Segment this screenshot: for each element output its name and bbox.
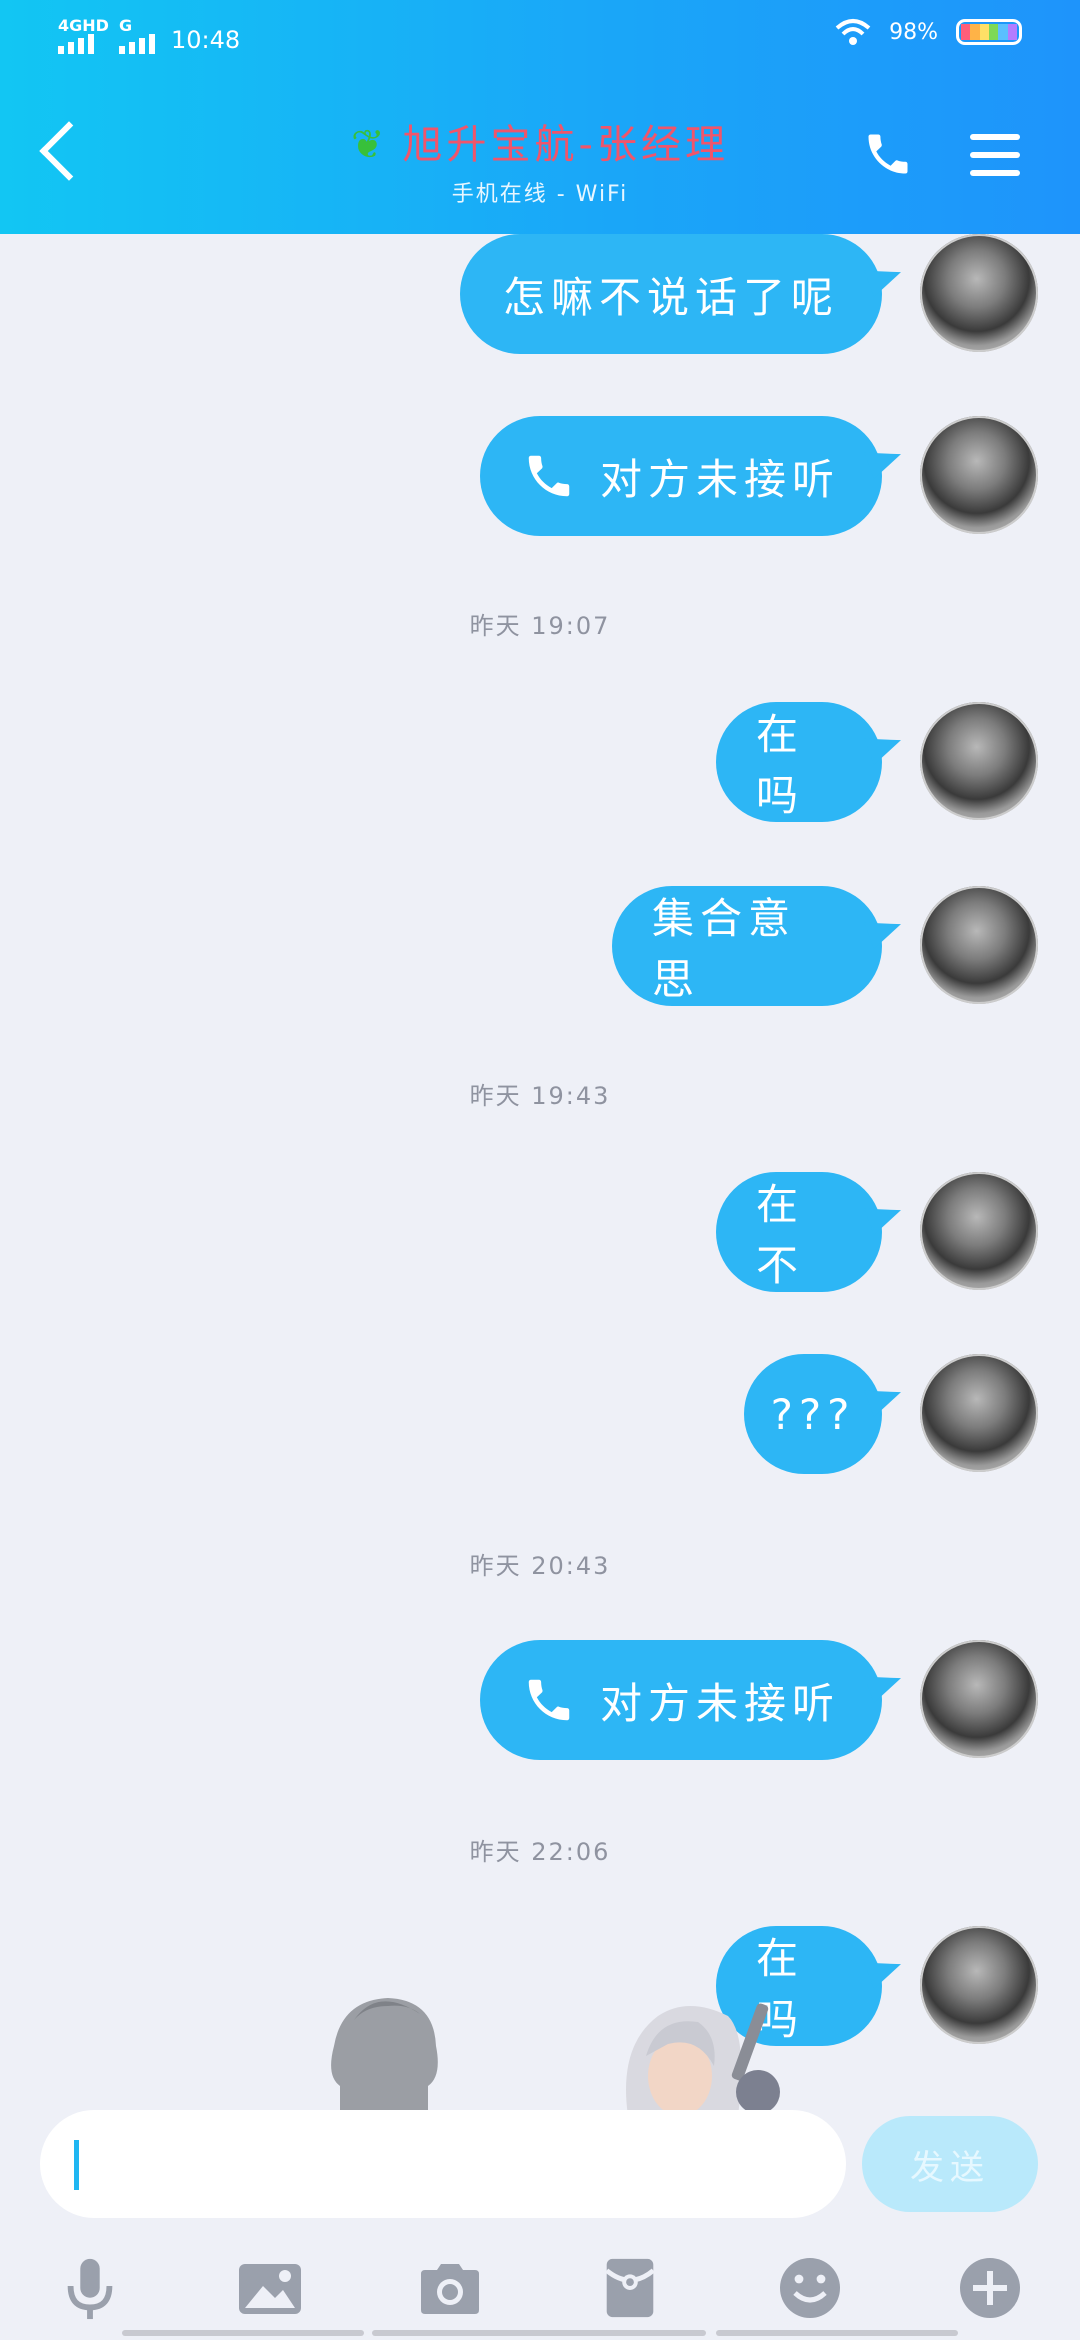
avatar[interactable] [920,702,1038,820]
red-packet-icon [605,2258,655,2318]
timestamp: 昨天 19:43 [469,1082,611,1110]
clock: 10:48 [170,26,241,54]
nav-indicator [122,2330,364,2336]
avatar[interactable] [920,886,1038,1004]
call-button[interactable] [862,128,914,184]
signal-indicator-2: G [118,16,155,54]
character-sticker [626,2003,780,2116]
message-text: 对方未接听 [599,1678,840,1728]
message-bubble[interactable]: 怎嘛不说话了呢 [460,234,882,354]
wifi-icon [835,19,871,45]
send-button[interactable]: 发送 [862,2116,1038,2212]
nav-indicator [372,2330,706,2336]
phone-icon [522,449,576,503]
avatar[interactable] [920,234,1038,352]
emoji-icon [780,2258,840,2318]
timestamp: 昨天 22:06 [469,1838,611,1866]
silhouette-sticker [331,1998,438,2110]
emoji-button[interactable] [774,2252,846,2324]
camera-icon [421,2264,479,2314]
image-button[interactable] [234,2252,306,2324]
phone-icon [522,1673,576,1727]
message-bubble[interactable]: 集合意思 [612,886,882,1006]
message-row: 怎嘛不说话了呢 [0,234,1080,354]
message-text: 怎嘛不说话了呢 [502,272,839,322]
voice-button[interactable] [54,2252,126,2324]
message-bubble[interactable]: 在不 [716,1172,882,1292]
nav-indicator [716,2330,958,2336]
more-button[interactable] [954,2252,1026,2324]
message-input[interactable] [40,2110,846,2218]
message-row: 对方未接听 [0,416,1080,536]
message-row: 在吗 [0,702,1080,822]
timestamp: 昨天 19:07 [469,612,611,640]
status-bar: 4GHD G 10:48 98% [58,18,1022,68]
avatar[interactable] [920,1354,1038,1472]
message-text: ??? [770,1389,856,1439]
call-bubble[interactable]: 对方未接听 [480,416,882,536]
message-row: 集合意思 [0,886,1080,1006]
avatar[interactable] [920,416,1038,534]
message-text: 集合意思 [652,894,797,1004]
chat-title-text: 旭升宝航-张经理 [402,122,729,168]
battery-icon [956,19,1022,45]
timestamp: 昨天 20:43 [469,1552,611,1580]
avatar[interactable] [920,1172,1038,1290]
plus-icon [960,2258,1020,2318]
message-bubble[interactable]: 在吗 [716,702,882,822]
menu-button[interactable] [970,134,1020,188]
message-row: 在吗 [0,1926,1080,2046]
image-icon [239,2264,301,2314]
signal-indicator: 4GHD [58,18,109,54]
message-row: ??? [0,1354,1080,1474]
message-row: 对方未接听 [0,1640,1080,1760]
chat-title: ❦ 旭升宝航-张经理 [0,112,1080,170]
message-bubble[interactable]: ??? [744,1354,882,1474]
network-label: 4GHD [58,16,109,35]
red-packet-button[interactable] [594,2252,666,2324]
chat-header: 4GHD G 10:48 98% ❦ 旭升宝航-张经理 手机在线 - WiFi [0,0,1080,234]
network2-label: G [118,16,133,35]
message-text: 在吗 [756,710,805,820]
sprout-icon: ❦ [351,122,389,168]
microphone-icon [67,2258,113,2320]
phone-icon [868,134,908,174]
call-bubble[interactable]: 对方未接听 [480,1640,882,1760]
camera-button[interactable] [414,2252,486,2324]
avatar[interactable] [920,1926,1038,2044]
message-row: 在不 [0,1172,1080,1292]
text-caret [74,2140,79,2190]
message-text: 对方未接听 [599,454,840,504]
send-label: 发送 [910,2147,990,2188]
avatar[interactable] [920,1640,1038,1758]
message-text: 在不 [756,1180,805,1290]
message-list: 怎嘛不说话了呢 对方未接听 昨天 19:07 在吗 集合意思 昨天 19:43 … [0,234,1080,2110]
online-status: 手机在线 - WiFi [451,182,629,207]
input-toolbar [0,2236,1080,2340]
battery-percent: 98% [889,19,938,45]
